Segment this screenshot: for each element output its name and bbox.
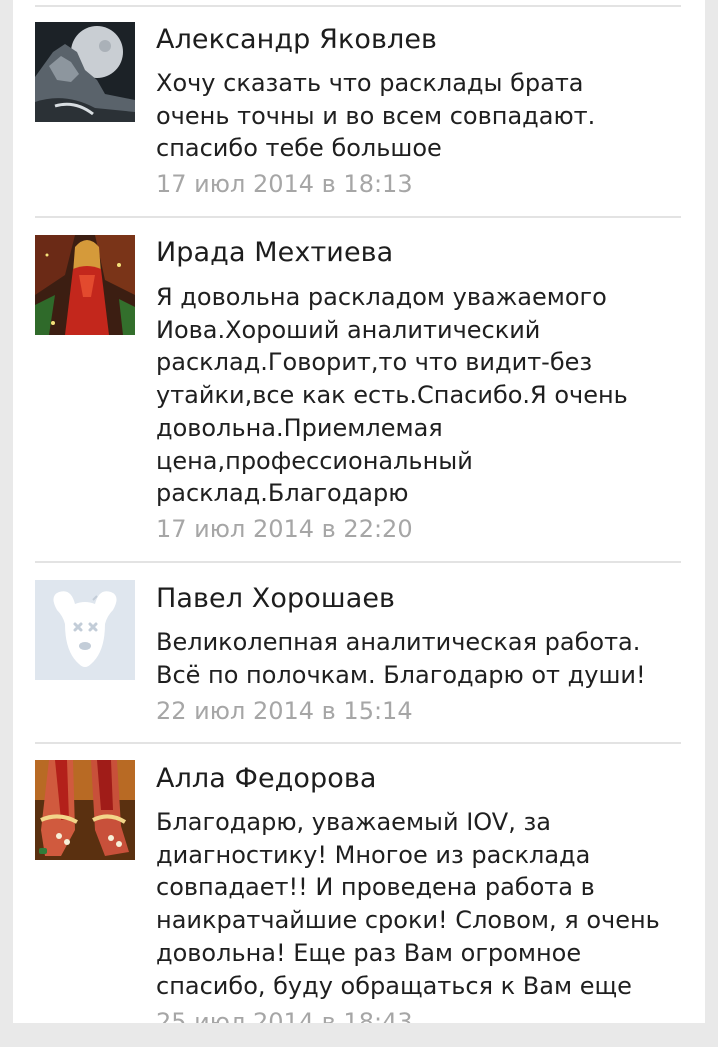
comment-text: Благодарю, уважаемый IOV, за диагностику…	[156, 808, 660, 1000]
comments-list: Александр Яковлев Хочу сказать что раскл…	[13, 0, 705, 1035]
wolf-moon-avatar-icon	[35, 22, 135, 122]
avatar[interactable]	[35, 22, 135, 122]
comment-text: Хочу сказать что расклады брата очень то…	[156, 69, 596, 163]
jeweled-feet-avatar-icon	[35, 760, 135, 860]
divider	[35, 5, 681, 7]
comment-author[interactable]: Ирада Мехтиева	[156, 237, 393, 268]
default-dog-avatar-icon	[35, 580, 135, 680]
comment-date[interactable]: 17 июл 2014 в 22:20	[156, 515, 413, 543]
red-dress-woman-avatar-icon	[35, 235, 135, 335]
comment-author[interactable]: Алла Федорова	[156, 763, 377, 794]
avatar[interactable]	[35, 235, 135, 335]
divider	[35, 216, 681, 218]
avatar[interactable]	[35, 580, 135, 680]
comment-author[interactable]: Павел Хорошаев	[156, 583, 395, 614]
comment-text: Я довольна раскладом уважаемого Иова.Хор…	[156, 283, 628, 508]
comment-author[interactable]: Александр Яковлев	[156, 24, 437, 55]
avatar[interactable]	[35, 760, 135, 860]
divider	[35, 742, 681, 744]
comments-page: Александр Яковлев Хочу сказать что раскл…	[0, 0, 718, 1047]
list-bottom-edge	[13, 1023, 705, 1035]
comment-date[interactable]: 22 июл 2014 в 15:14	[156, 697, 413, 725]
comment-text: Великолепная аналитическая работа. Всё п…	[156, 628, 646, 689]
comment-date[interactable]: 17 июл 2014 в 18:13	[156, 170, 413, 198]
divider	[35, 561, 681, 563]
